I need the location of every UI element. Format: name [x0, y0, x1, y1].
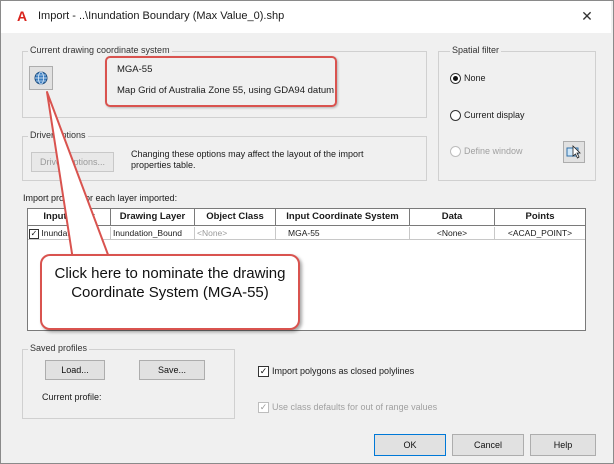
closed-polylines-checkbox[interactable]: ✓ — [258, 366, 269, 377]
help-button[interactable]: Help — [530, 434, 596, 456]
current-profile-label: Current profile: — [42, 392, 102, 402]
class-defaults-checkbox[interactable]: ✓ — [258, 402, 269, 413]
cancel-button[interactable]: Cancel — [452, 434, 524, 456]
instruction-callout: Click here to nominate the drawing Coord… — [40, 254, 300, 330]
save-profile-button[interactable]: Save... — [139, 360, 205, 380]
ok-button[interactable]: OK — [374, 434, 446, 456]
closed-polylines-label: Import polygons as closed polylines — [272, 366, 415, 376]
class-defaults-label: Use class defaults for out of range valu… — [272, 402, 438, 412]
load-profile-button[interactable]: Load... — [45, 360, 105, 380]
saved-profiles-group-title: Saved profiles — [28, 343, 90, 353]
